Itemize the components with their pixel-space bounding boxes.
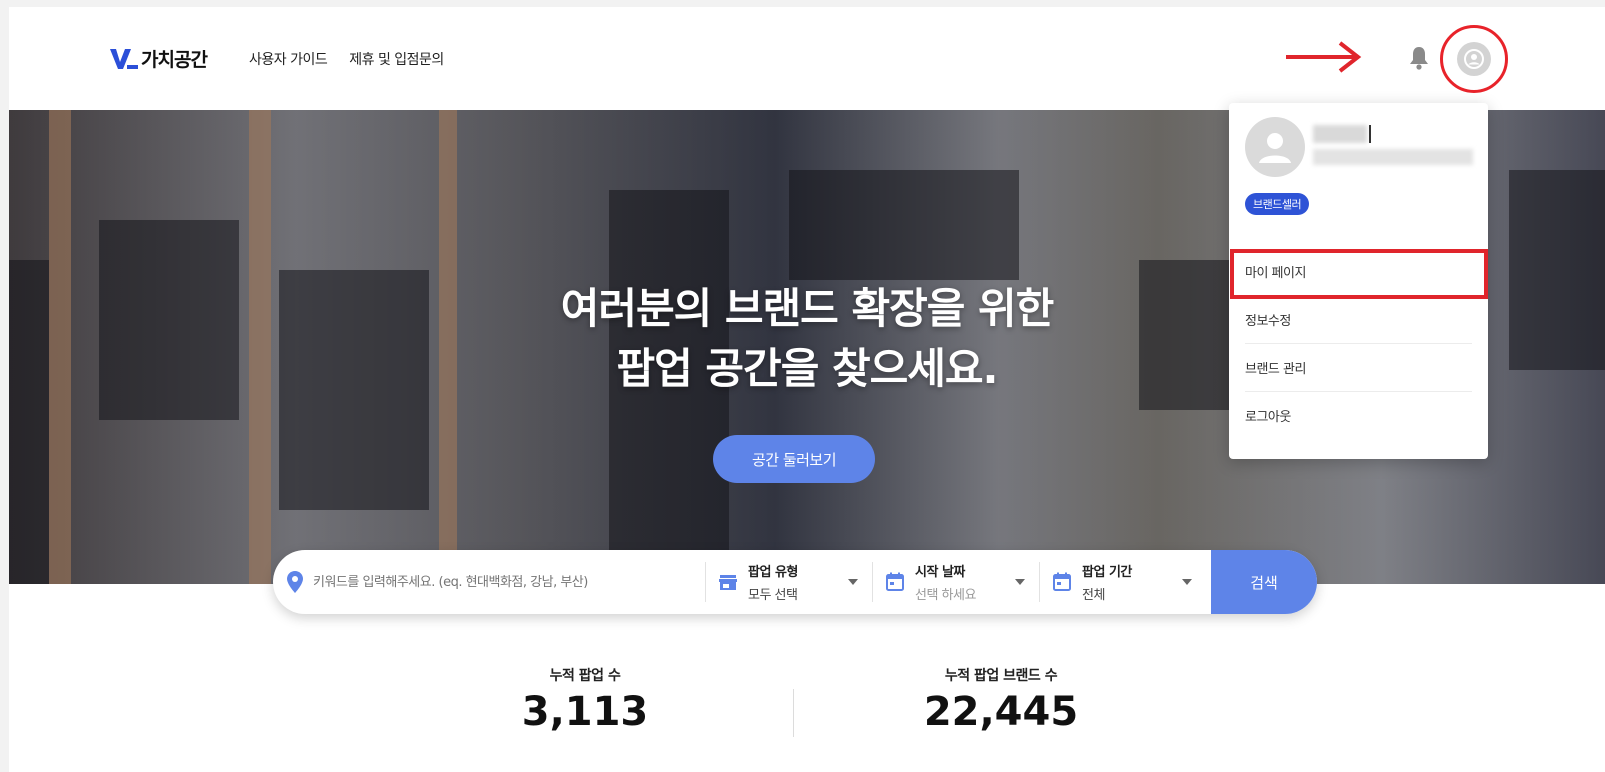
stat-value: 3,113 — [521, 689, 649, 735]
annotation-circle — [1440, 25, 1508, 93]
page-frame: 가치공간 사용자 가이드 제휴 및 입점문의 여러분의 브랜드 확장을 위한 팝… — [9, 7, 1605, 772]
redacted-user-name — [1313, 125, 1367, 143]
dropdown-avatar — [1245, 117, 1305, 177]
header: 가치공간 사용자 가이드 제휴 및 입점문의 — [9, 7, 1605, 111]
chevron-down-icon — [1015, 579, 1025, 585]
stats-divider — [793, 689, 794, 737]
filter-popup-period[interactable]: 팝업 기간 전체 — [1040, 550, 1206, 614]
browse-spaces-button[interactable]: 공간 둘러보기 — [713, 435, 875, 483]
search-button[interactable]: 검색 — [1211, 550, 1317, 614]
annotation-arrow-icon — [1286, 41, 1362, 73]
logo-text: 가치공간 — [141, 49, 208, 71]
filter-label: 시작 날짜 — [915, 565, 965, 580]
stat-label: 누적 팝업 수 — [549, 668, 621, 684]
role-badge: 브랜드셀러 — [1245, 193, 1310, 215]
search-bar: 팝업 유형 모두 선택 시작 날짜 선택 하세요 — [273, 550, 1317, 614]
annotation-highlight-box — [1230, 249, 1488, 299]
filter-popup-type[interactable]: 팝업 유형 모두 선택 — [706, 550, 872, 614]
location-pin-icon — [287, 571, 303, 593]
menu-item-logout[interactable]: 로그아웃 — [1229, 391, 1488, 439]
calendar-icon — [1053, 572, 1071, 591]
menu-item-brand-management[interactable]: 브랜드 관리 — [1229, 343, 1488, 391]
text-cursor — [1369, 125, 1371, 143]
calendar-icon — [886, 572, 904, 591]
stat-value: 22,445 — [923, 689, 1079, 735]
logo[interactable]: 가치공간 — [109, 45, 208, 72]
nav-user-guide[interactable]: 사용자 가이드 — [249, 49, 328, 69]
logo-mark-icon — [110, 48, 138, 69]
filter-label: 팝업 유형 — [748, 565, 798, 580]
filter-value: 선택 하세요 — [915, 588, 976, 603]
stat-label: 누적 팝업 브랜드 수 — [944, 668, 1058, 684]
filter-value: 모두 선택 — [748, 588, 798, 603]
keyword-input[interactable] — [313, 574, 703, 590]
nav-partnership-inquiry[interactable]: 제휴 및 입점문의 — [349, 49, 444, 69]
user-silhouette-icon — [1259, 133, 1291, 163]
filter-start-date[interactable]: 시작 날짜 선택 하세요 — [873, 550, 1039, 614]
stat-total-brands: 누적 팝업 브랜드 수 22,445 — [901, 665, 1101, 735]
bell-icon[interactable] — [1407, 45, 1431, 71]
keyword-field[interactable] — [273, 550, 705, 614]
menu-item-edit-info[interactable]: 정보수정 — [1229, 295, 1488, 343]
stat-total-popups: 누적 팝업 수 3,113 — [485, 665, 685, 735]
hero-decor — [789, 170, 1019, 280]
filter-label: 팝업 기간 — [1082, 565, 1132, 580]
redacted-user-email — [1313, 149, 1473, 165]
top-nav: 사용자 가이드 제휴 및 입점문의 — [249, 49, 444, 69]
chevron-down-icon — [1182, 579, 1192, 585]
store-icon — [719, 575, 737, 590]
filter-value: 전체 — [1082, 588, 1105, 603]
chevron-down-icon — [848, 579, 858, 585]
